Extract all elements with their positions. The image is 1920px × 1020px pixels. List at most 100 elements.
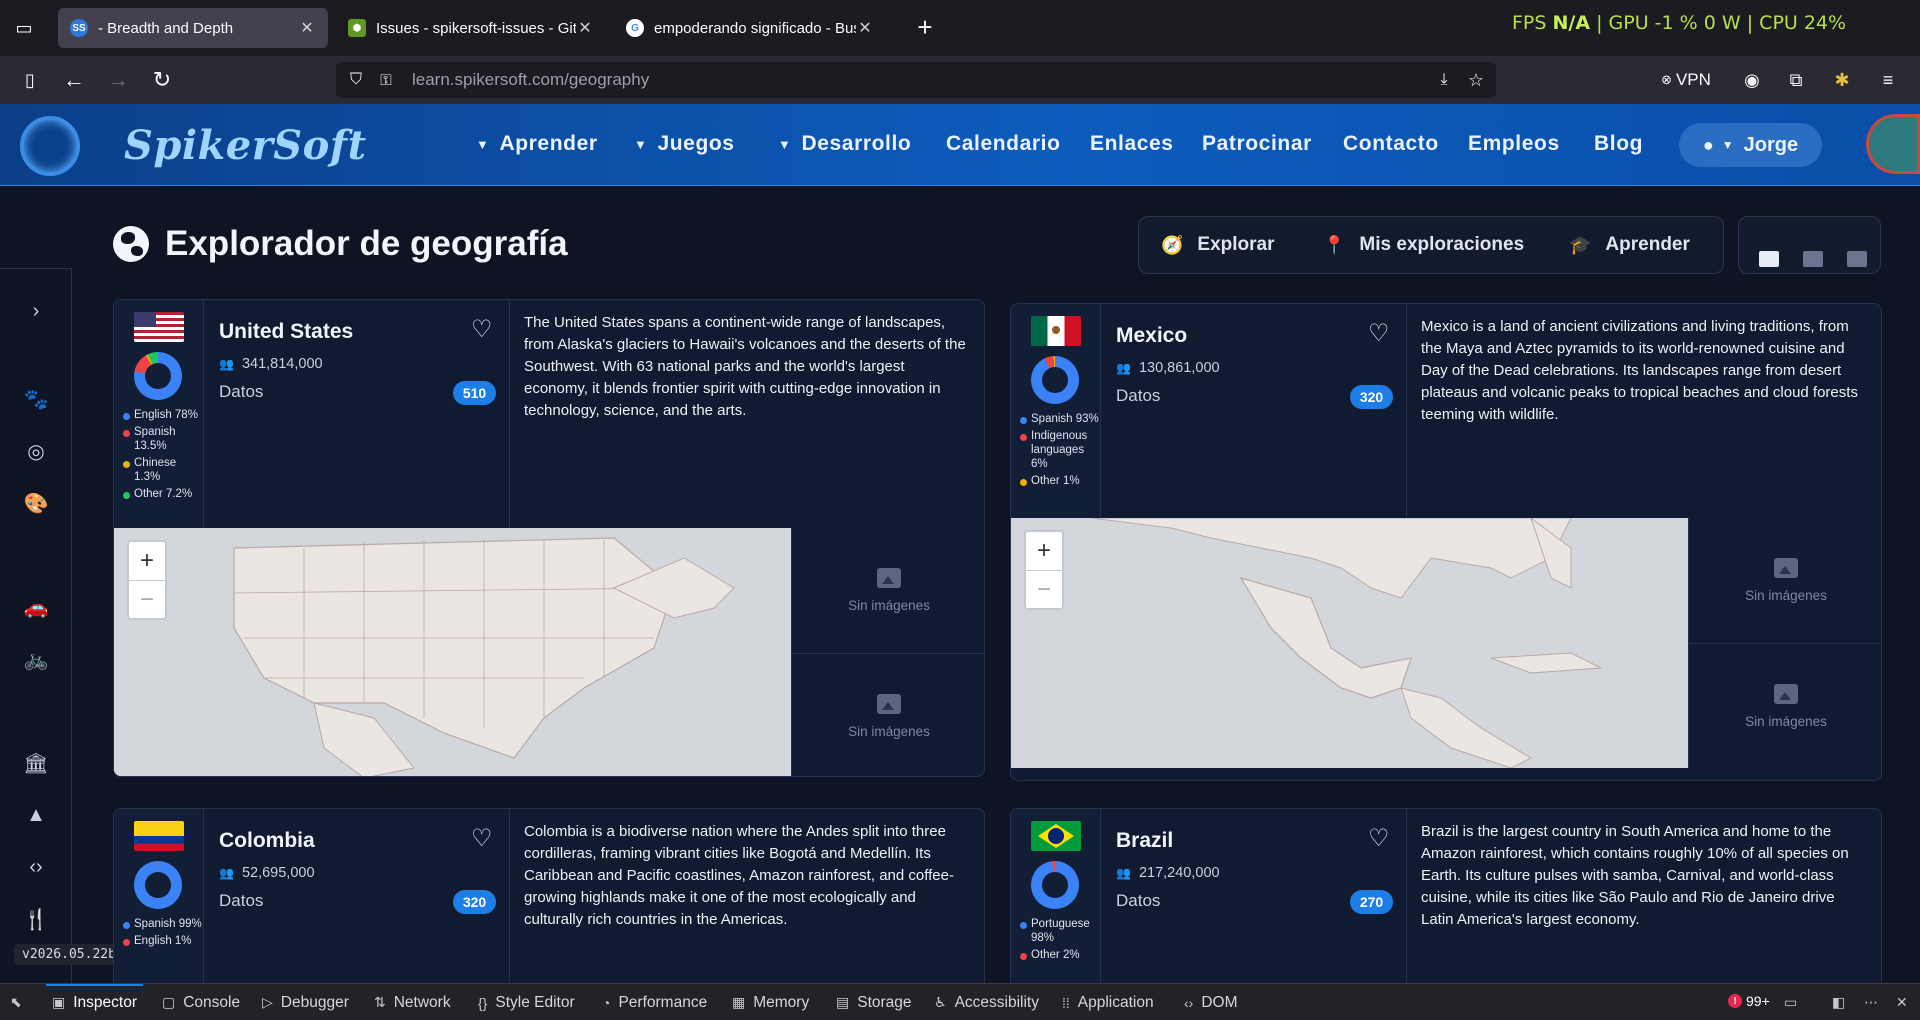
nav-desarrollo[interactable]: ▼ Desarrollo [778,132,911,156]
nav-enlaces[interactable]: Enlaces [1090,132,1174,156]
menu-icon[interactable]: ≡ [1876,68,1900,92]
devtools-tab-storage[interactable]: ▤ Storage [836,984,912,1020]
list-view-icon[interactable] [1803,251,1823,267]
account-icon[interactable]: ◉ [1740,68,1764,92]
code-icon[interactable]: ‹› [22,853,50,881]
nav-label: Empleos [1468,132,1560,155]
back-icon[interactable]: ← [62,67,86,92]
zoom-out-button[interactable]: − [129,580,165,618]
browser-tab-active[interactable]: SS - Breadth and Depth ✕ [58,8,328,48]
tab-explorar[interactable]: 🧭 Explorar [1161,234,1275,256]
nav-aprender[interactable]: ▼ Aprender [476,132,598,156]
country-name[interactable]: Brazil [1116,829,1173,853]
country-map[interactable]: + − [114,528,791,776]
legend-label: English 1% [134,935,192,947]
utensils-icon[interactable]: 🍴 [22,905,50,933]
chevron-down-icon: ▼ [476,136,490,152]
country-map[interactable]: + − [1011,518,1688,768]
element-picker-icon[interactable]: ⬉ [10,984,30,1020]
responsive-design-icon[interactable]: ▭ [1784,984,1805,1020]
heart-icon[interactable]: ♡ [471,827,493,851]
nav-juegos[interactable]: ▼ Juegos [634,132,735,156]
reload-icon[interactable]: ↻ [150,67,174,92]
car-icon[interactable]: 🚗 [22,593,50,621]
devtools-tab-style-editor[interactable]: {} Style Editor [478,984,575,1020]
error-count[interactable]: ! 99+ [1728,993,1770,1009]
close-tab-icon[interactable]: ✕ [576,18,594,38]
zoom-in-button[interactable]: + [1026,532,1062,570]
datos-label[interactable]: Datos [219,891,263,911]
devtools-tab-dom[interactable]: ‹› DOM [1184,984,1238,1020]
site-logo[interactable]: SpikerSoft [124,122,367,169]
country-name[interactable]: United States [219,320,353,344]
tab-aprender[interactable]: 🎓 Aprender [1569,234,1690,256]
devtools-tab-memory[interactable]: ▦ Memory [732,984,809,1020]
bicycle-icon[interactable]: 🚲 [22,645,50,673]
zoom-in-button[interactable]: + [129,542,165,580]
heart-icon[interactable]: ♡ [1368,322,1390,346]
vpn-button[interactable]: ⊗ VPN [1656,68,1716,92]
image-placeholder-icon [1774,558,1798,578]
devtools-tab-performance[interactable]: ◔ Performance [602,984,707,1020]
address-bar[interactable]: ⛉ ⚿ learn.spikersoft.com/geography ⤓ ☆ [336,62,1496,98]
chevron-right-icon[interactable]: › [22,297,50,325]
extension-alert-icon[interactable]: ✱ [1830,68,1854,92]
devtools-tab-debugger[interactable]: ▷ Debugger [262,984,349,1020]
datos-label[interactable]: Datos [1116,891,1160,911]
devtools-tab-application[interactable]: ⁞⁞ Application [1062,984,1154,1020]
nav-empleos[interactable]: Empleos [1468,132,1560,156]
devtools-tab-console[interactable]: ▢ Console [162,984,240,1020]
logo-ring-icon[interactable] [20,116,80,176]
sidebar-toggle-icon[interactable]: ▯ [18,68,42,92]
nav-label: Contacto [1343,132,1439,155]
zoom-out-button[interactable]: − [1026,570,1062,608]
browser-tab[interactable]: G empoderando significado - Bus ✕ [614,8,886,48]
nav-contacto[interactable]: Contacto [1343,132,1439,156]
bookmark-star-icon[interactable]: ☆ [1466,70,1486,90]
install-app-icon[interactable]: ⤓ [1434,70,1454,90]
gpu-readout: GPU -1 % 0 W [1608,12,1741,34]
nav-patrocinar[interactable]: Patrocinar [1202,132,1312,156]
legend-item: Other 1% [1019,474,1099,488]
country-name[interactable]: Mexico [1116,324,1187,348]
datos-label[interactable]: Datos [219,382,263,402]
datos-label[interactable]: Datos [1116,386,1160,406]
palette-icon[interactable]: 🎨 [22,489,50,517]
nav-calendario[interactable]: Calendario [946,132,1061,156]
heart-icon[interactable]: ♡ [1368,827,1390,851]
population: 👥 217,240,000 [1116,865,1220,881]
close-tab-icon[interactable]: ✕ [298,18,316,38]
heart-icon[interactable]: ♡ [471,318,493,342]
devtools-tab-accessibility[interactable]: ♿ Accessibility [934,984,1039,1020]
site-info-icon[interactable]: ⚿ [376,70,396,90]
devtools-menu-icon[interactable]: ⋯ [1864,984,1886,1020]
user-menu-button[interactable]: ● ▼ Jorge [1679,123,1822,167]
extensions-icon[interactable]: ⧉ [1784,68,1808,92]
chameleon-mascot-icon[interactable] [1866,114,1920,174]
mountain-icon[interactable]: ▲ [22,801,50,829]
legend-item: English 78% [122,408,202,422]
nav-blog[interactable]: Blog [1594,132,1643,156]
shield-icon[interactable]: ⛉ [346,70,366,90]
browser-tab[interactable]: ⬢ Issues - spikersoft-issues - Gitea ✕ [336,8,606,48]
devtools-tab-inspector[interactable]: ▣ Inspector [46,984,143,1020]
forward-icon[interactable]: → [106,67,130,92]
memory-icon: ▦ [732,994,746,1010]
tab-mis-exploraciones[interactable]: 📍 Mis exploraciones [1323,234,1524,256]
compact-view-icon[interactable] [1847,251,1867,267]
devtools-tab-label: Inspector [73,993,137,1011]
paw-icon[interactable]: 🐾 [22,385,50,413]
dock-side-icon[interactable]: ◧ [1832,984,1853,1020]
grid-view-icon[interactable] [1759,251,1779,267]
country-name[interactable]: Colombia [219,829,315,853]
devtools-tab-network[interactable]: ⇅ Network [374,984,451,1020]
legend-dot [1020,417,1027,424]
close-tab-icon[interactable]: ✕ [856,18,874,38]
country-description: Colombia is a biodiverse nation where th… [524,823,954,928]
language-donut-chart [1031,356,1079,404]
target-icon[interactable]: ◎ [22,437,50,465]
tab-list-icon[interactable]: ▭ [12,16,36,40]
new-tab-icon[interactable]: + [912,12,938,42]
devtools-close-icon[interactable]: ✕ [1896,984,1916,1020]
building-icon[interactable]: 🏛 [22,749,50,777]
